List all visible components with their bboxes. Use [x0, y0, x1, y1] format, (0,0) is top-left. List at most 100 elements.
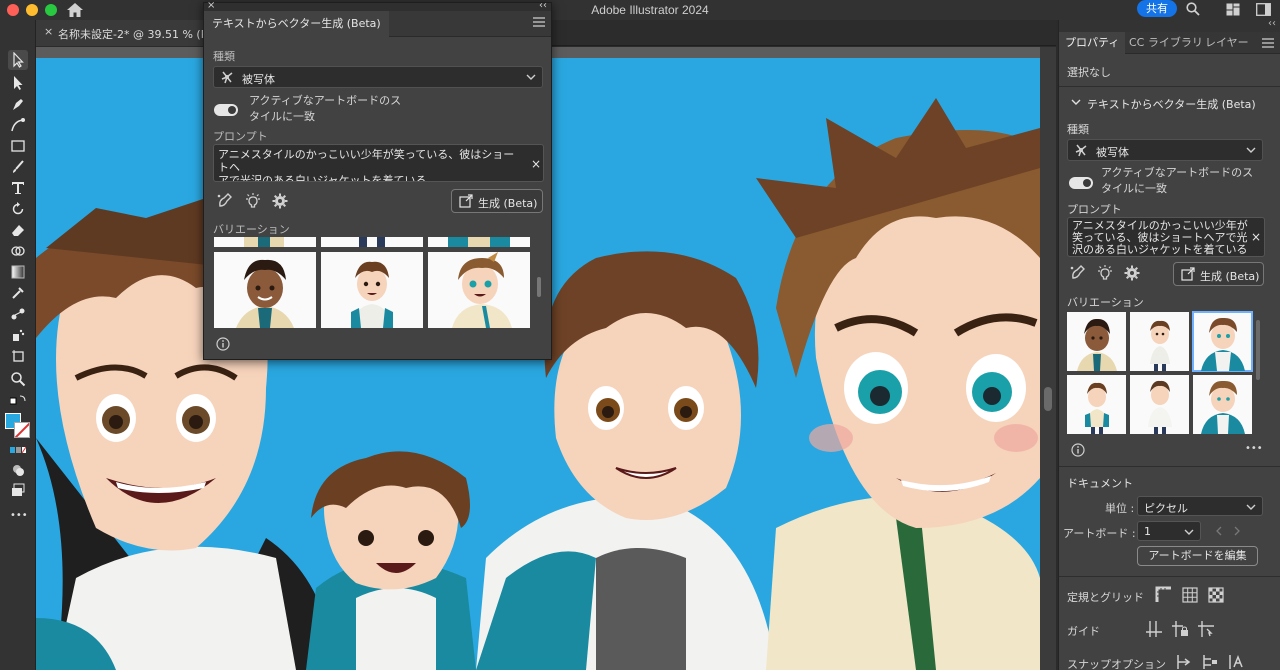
tab-properties[interactable]: プロパティ [1059, 32, 1126, 54]
artboard-tool[interactable] [8, 346, 28, 366]
variation-thumbnail-selected[interactable] [1192, 311, 1253, 372]
tab-cc-libraries[interactable]: CC ライブラリ [1123, 32, 1209, 54]
panel-toggle-icon[interactable] [1256, 3, 1271, 16]
generate-button[interactable]: 生成 (Beta) [1173, 262, 1264, 286]
thumbnail-art [236, 259, 294, 328]
variation-thumbnail[interactable] [1130, 375, 1189, 434]
ruler-icon[interactable] [1155, 586, 1173, 604]
prompt-text-line1: アニメスタイルのかっこいい少年が笑っている、彼はショートヘ [218, 148, 515, 174]
clear-prompt-icon[interactable]: × [531, 157, 541, 171]
search-icon[interactable] [1186, 2, 1200, 16]
effects-icon[interactable] [244, 192, 262, 210]
type-select[interactable]: 被写体 [1067, 139, 1263, 161]
type-tool[interactable] [8, 178, 28, 198]
close-tab-icon[interactable]: × [44, 25, 53, 38]
snap-to-point-icon[interactable] [1175, 653, 1193, 670]
rotate-tool[interactable] [8, 199, 28, 219]
variation-thumbnail[interactable] [1067, 312, 1126, 371]
scrollbar-thumb[interactable] [537, 277, 541, 297]
variation-thumbnail[interactable] [214, 237, 316, 247]
title-bar: Adobe Illustrator 2024 共有 [0, 0, 1280, 20]
type-select[interactable]: 被写体 [213, 66, 543, 88]
blend-tool[interactable] [8, 304, 28, 324]
match-artboard-style-toggle[interactable] [214, 104, 238, 116]
scrollbar-thumb[interactable] [1044, 387, 1052, 411]
effects-icon[interactable] [1096, 264, 1114, 282]
document-tab[interactable]: × 名称未設定-2* @ 39.51 % (RGB [36, 20, 224, 46]
match-style-label-line1: アクティブなアートボードのス [1101, 166, 1254, 179]
info-icon[interactable] [216, 337, 230, 351]
info-icon[interactable] [1071, 443, 1085, 457]
canvas-vertical-scrollbar[interactable] [1040, 47, 1056, 670]
generate-icon [1181, 267, 1195, 281]
eraser-tool[interactable] [8, 220, 28, 240]
match-artboard-style-toggle[interactable] [1069, 177, 1093, 189]
variation-thumbnail[interactable] [1067, 375, 1126, 434]
share-button[interactable]: 共有 [1137, 0, 1177, 17]
color-mode-buttons[interactable] [8, 440, 28, 460]
variation-thumbnail[interactable] [1130, 312, 1189, 371]
rectangle-icon [11, 140, 25, 152]
zoom-tool[interactable] [8, 369, 28, 389]
direct-selection-tool[interactable] [8, 73, 28, 93]
variation-thumbnail[interactable] [321, 237, 423, 247]
shape-builder-tool[interactable] [8, 241, 28, 261]
pen-tool[interactable] [8, 94, 28, 114]
transparency-grid-icon[interactable] [1207, 586, 1225, 604]
variation-thumbnail[interactable] [428, 252, 530, 328]
panel-drag-strip[interactable]: ‹‹ [1059, 18, 1280, 32]
variation-thumbnail[interactable] [428, 237, 530, 247]
prompt-input[interactable]: アニメスタイルのかっこいい少年が 笑っている、彼はショートヘアで光 沢のある白い… [1067, 217, 1265, 257]
smart-guides-icon[interactable] [1197, 620, 1215, 638]
panel-collapse-icon[interactable]: ‹‹ [539, 0, 547, 11]
previous-artboard-icon[interactable] [1215, 526, 1223, 536]
generate-button[interactable]: 生成 (Beta) [451, 189, 543, 213]
eyedropper-tool[interactable] [8, 283, 28, 303]
guides-lock-icon[interactable] [1171, 620, 1189, 638]
more-options-icon[interactable]: ••• [1245, 443, 1263, 454]
grid-icon[interactable] [1181, 586, 1199, 604]
paintbrush-tool[interactable] [8, 157, 28, 177]
variations-scrollbar[interactable] [1256, 320, 1260, 380]
drawing-mode-button[interactable] [8, 460, 28, 480]
panel-collapse-icon[interactable]: ‹‹ [1268, 18, 1276, 29]
variations-scrollbar[interactable] [534, 237, 544, 327]
variation-thumbnail[interactable] [1193, 375, 1252, 434]
panel-drag-strip[interactable]: × ‹‹ [204, 0, 551, 11]
variation-thumbnail[interactable] [321, 252, 423, 328]
gradient-tool[interactable] [8, 262, 28, 282]
guides-show-icon[interactable] [1145, 620, 1163, 638]
workspace-layout-icon[interactable] [1226, 3, 1240, 16]
next-artboard-icon[interactable] [1233, 526, 1241, 536]
settings-gear-icon[interactable] [271, 192, 289, 210]
selection-tool[interactable] [8, 50, 28, 70]
rectangle-tool[interactable] [8, 136, 28, 156]
settings-gear-icon[interactable] [1123, 264, 1141, 282]
paintbrush-icon [13, 160, 24, 173]
snap-to-glyph-icon[interactable] [1227, 653, 1245, 670]
variation-thumbnail[interactable] [214, 252, 316, 328]
tab-layers[interactable]: レイヤー [1199, 32, 1255, 54]
unit-select[interactable]: ピクセル [1137, 496, 1263, 516]
style-picker-icon[interactable] [216, 192, 234, 210]
artboard-select[interactable]: 1 [1137, 521, 1201, 541]
symbol-sprayer-tool[interactable] [8, 325, 28, 345]
panel-menu-icon[interactable] [1262, 38, 1274, 48]
tab-text-to-vector[interactable]: テキストからベクター生成 (Beta) [204, 11, 389, 37]
prompt-input[interactable]: アニメスタイルのかっこいい少年が笑っている、彼はショートヘ アで光沢のある白いジ… [213, 144, 544, 182]
screen-mode-button[interactable] [8, 480, 28, 500]
snap-to-pixel-icon[interactable] [1201, 653, 1219, 670]
thumbnail-art [1085, 382, 1109, 434]
style-picker-icon[interactable] [1069, 264, 1087, 282]
curvature-tool[interactable] [8, 115, 28, 135]
text-to-vector-section-title[interactable]: テキストからベクター生成 (Beta) [1087, 96, 1256, 112]
stroke-color-swatch[interactable] [14, 422, 30, 438]
chevron-down-icon[interactable] [1071, 98, 1081, 106]
default-colors-toggle[interactable] [8, 392, 28, 412]
panel-menu-icon[interactable] [533, 17, 545, 27]
clear-prompt-icon[interactable]: × [1251, 230, 1261, 244]
edit-artboard-button[interactable]: アートボードを編集 [1137, 546, 1258, 566]
toolbar-more-button[interactable]: ••• [10, 510, 28, 521]
panel-close-icon[interactable]: × [207, 0, 215, 11]
type-select-value: 被写体 [242, 73, 275, 86]
